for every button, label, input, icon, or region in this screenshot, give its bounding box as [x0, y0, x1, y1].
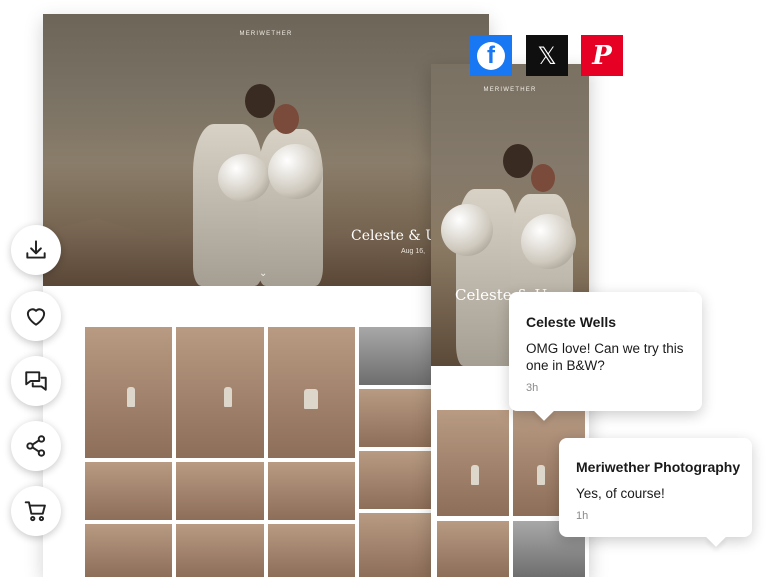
share-button[interactable] — [11, 421, 61, 471]
scroll-chevron-icon[interactable]: ⌄ — [259, 268, 267, 279]
comment-time: 3h — [526, 382, 539, 394]
desktop-gallery-date: Aug 16, — [401, 248, 426, 255]
photo-tile[interactable] — [359, 513, 431, 577]
desktop-gallery-preview: MERIWETHER Celeste & Us Aug 16, ⌄ — [43, 14, 489, 577]
comment-author: Celeste Wells — [526, 314, 617, 330]
photo-tile[interactable] — [359, 451, 431, 509]
photo-tile[interactable] — [176, 327, 264, 458]
photo-tile[interactable] — [85, 462, 172, 520]
x-share-button[interactable]: 𝕏 — [526, 35, 568, 76]
download-icon — [26, 240, 46, 259]
comment-bubble-photographer: Meriwether Photography Yes, of course! 1… — [559, 438, 752, 537]
comment-time: 1h — [576, 510, 589, 522]
photo-tile[interactable] — [268, 462, 355, 520]
photo-tile[interactable] — [176, 462, 264, 520]
cart-icon — [24, 501, 46, 522]
share-icon — [26, 435, 46, 457]
download-button[interactable] — [11, 225, 61, 275]
photo-tile[interactable] — [268, 327, 355, 458]
photo-tile[interactable] — [437, 410, 509, 516]
mobile-brand: MERIWETHER — [483, 87, 537, 93]
facebook-share-button[interactable]: f — [470, 35, 512, 76]
x-icon: 𝕏 — [537, 41, 557, 70]
favorite-button[interactable] — [11, 291, 61, 341]
heart-icon — [26, 308, 46, 326]
photo-tile[interactable] — [268, 524, 355, 577]
pinterest-share-button[interactable]: P — [581, 35, 623, 76]
comments-icon — [25, 371, 47, 391]
photo-tile[interactable] — [359, 389, 431, 447]
desktop-brand: MERIWETHER — [239, 31, 293, 37]
photo-tile[interactable] — [437, 521, 509, 577]
comment-author: Meriwether Photography — [576, 459, 741, 475]
photo-tile[interactable] — [85, 524, 172, 577]
cart-button[interactable] — [11, 486, 61, 536]
photo-tile[interactable] — [85, 327, 172, 458]
pinterest-icon: P — [592, 40, 612, 71]
comment-message: OMG love! Can we try this one in B&W? — [526, 341, 684, 373]
photo-tile[interactable] — [359, 327, 431, 385]
desktop-hero-image: MERIWETHER Celeste & Us Aug 16, ⌄ — [43, 14, 489, 286]
comment-message: Yes, of course! — [576, 486, 665, 501]
photo-tile[interactable] — [176, 524, 264, 577]
facebook-icon: f — [477, 41, 505, 70]
comments-button[interactable] — [11, 356, 61, 406]
comment-bubble-client: Celeste Wells OMG love! Can we try this … — [509, 292, 702, 411]
astronaut-couple — [173, 84, 353, 286]
